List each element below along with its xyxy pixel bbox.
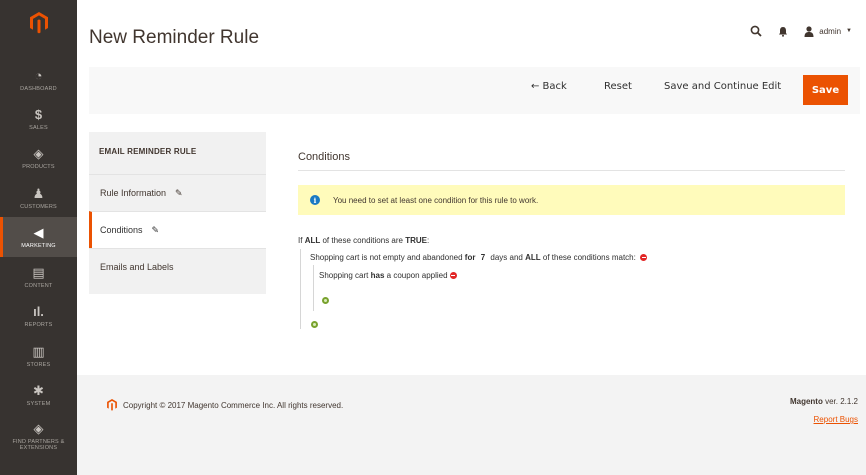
days-value[interactable]: 7 — [481, 253, 485, 262]
condition-coupon-applied: Shopping cart has a coupon applied — [319, 271, 457, 280]
person-icon: ♟ — [32, 185, 45, 201]
add-condition-icon[interactable] — [322, 297, 329, 304]
sidebar-item-label: PRODUCTS — [22, 164, 55, 170]
sidebar-item-stores[interactable]: ▥ STORES — [0, 336, 77, 376]
tab-conditions[interactable]: Conditions ✎ — [89, 211, 266, 248]
sidebar-item-customers[interactable]: ♟ CUSTOMERS — [0, 178, 77, 218]
copyright: Copyright © 2017 Magento Commerce Inc. A… — [107, 399, 343, 411]
sidebar-item-products[interactable]: ◈ PRODUCTS — [0, 138, 77, 178]
remove-condition-icon[interactable] — [449, 272, 457, 280]
bar-chart-icon: ıl. — [33, 303, 44, 319]
page-title: New Reminder Rule — [89, 27, 260, 48]
condition-text: of these conditions are — [322, 236, 403, 245]
bell-icon[interactable] — [778, 26, 788, 37]
condition-abandoned-cart: Shopping cart is not empty and abandoned… — [310, 253, 648, 262]
info-icon: i — [310, 195, 320, 205]
aggregator-select[interactable]: ALL — [305, 236, 321, 245]
condition-root: If ALL of these conditions are TRUE: — [298, 236, 429, 245]
rule-tabs-panel: EMAIL REMINDER RULE Rule Information ✎ C… — [89, 132, 266, 294]
brand-name: Magento — [789, 397, 823, 406]
notice-text: You need to set at least one condition f… — [333, 195, 539, 205]
version-info: Magento ver. 2.1.2 — [790, 397, 858, 406]
page-footer: Copyright © 2017 Magento Commerce Inc. A… — [77, 375, 866, 475]
sidebar-item-label: SYSTEM — [26, 401, 51, 407]
condition-text: Shopping cart is not empty and abandoned — [310, 253, 463, 262]
condition-text: for — [464, 253, 476, 262]
magento-logo-icon — [29, 12, 48, 34]
dollar-icon: $ — [34, 106, 43, 122]
condition-text: If — [298, 236, 303, 245]
sidebar-item-label: SALES — [29, 125, 48, 131]
sidebar-item-marketing[interactable]: ◀ MARKETING — [0, 217, 77, 257]
admin-username: admin — [819, 26, 842, 36]
cube-icon: ◈ — [33, 145, 44, 161]
sidebar-item-content[interactable]: ▤ CONTENT — [0, 257, 77, 297]
magento-logo[interactable] — [0, 0, 77, 46]
condition-text: days and — [490, 253, 523, 262]
admin-user-menu[interactable]: admin ▼ — [804, 25, 852, 37]
conditions-section-title: Conditions — [298, 151, 350, 163]
value-select[interactable]: TRUE — [405, 236, 427, 245]
version-text: ver. 2.1.2 — [825, 397, 858, 406]
sidebar-item-sales[interactable]: $ SALES — [0, 99, 77, 139]
store-icon: ▥ — [32, 343, 45, 359]
pencil-icon: ✎ — [175, 187, 183, 198]
chevron-down-icon: ▼ — [846, 28, 852, 34]
sidebar-item-label: REPORTS — [24, 322, 53, 328]
sidebar-item-system[interactable]: ✱ SYSTEM — [0, 375, 77, 415]
reset-button[interactable]: Reset — [604, 81, 632, 92]
sidebar-item-dashboard[interactable]: ◔ DASHBOARD — [0, 60, 77, 100]
user-icon — [804, 25, 814, 37]
back-button[interactable]: ← Back — [531, 81, 567, 92]
tree-line — [313, 265, 314, 311]
condition-text: : — [427, 236, 430, 245]
sidebar-item-label: STORES — [26, 362, 51, 368]
save-button[interactable]: Save — [803, 75, 848, 105]
sidebar-item-label: MARKETING — [21, 243, 56, 249]
tab-label: Conditions — [100, 225, 143, 235]
page-actions-bar: ← Back Reset Save and Continue Edit Save — [89, 67, 860, 114]
dashboard-icon: ◔ — [34, 67, 43, 83]
sidebar-item-reports[interactable]: ıl. REPORTS — [0, 296, 77, 336]
operator-select[interactable]: has — [371, 271, 385, 280]
remove-condition-icon[interactable] — [640, 254, 648, 262]
condition-text: Shopping cart — [319, 271, 369, 280]
aggregator-select[interactable]: ALL — [525, 253, 541, 262]
condition-text: a coupon applied — [386, 271, 448, 280]
pencil-icon: ✎ — [151, 224, 160, 235]
admin-sidebar: ◔ DASHBOARD $ SALES ◈ PRODUCTS ♟ CUSTOMERS ◀ MARK… — [0, 0, 77, 475]
tab-emails-and-labels[interactable]: Emails and Labels — [89, 248, 266, 285]
megaphone-icon: ◀ — [33, 224, 44, 240]
sidebar-item-label: FIND PARTNERS & EXTENSIONS — [12, 439, 65, 451]
gear-icon: ✱ — [33, 382, 44, 398]
sidebar-item-label: DASHBOARD — [20, 86, 57, 92]
sidebar-item-label: CONTENT — [24, 283, 53, 289]
tab-label: Emails and Labels — [100, 262, 174, 272]
header-actions: admin ▼ — [750, 25, 852, 37]
save-and-continue-button[interactable]: Save and Continue Edit — [664, 81, 781, 92]
report-bugs-link[interactable]: Report Bugs — [814, 415, 858, 424]
copyright-text: Copyright © 2017 Magento Commerce Inc. A… — [123, 400, 344, 410]
notice-message: i You need to set at least one condition… — [298, 185, 845, 215]
cube-icon: ◈ — [33, 420, 44, 436]
sidebar-item-label: CUSTOMERS — [20, 204, 57, 210]
tree-line — [300, 249, 301, 329]
tab-label: Rule Information — [100, 188, 167, 198]
section-divider — [298, 170, 845, 171]
content-icon: ▤ — [32, 264, 45, 280]
sidebar-item-find-partners-extensions[interactable]: ◈ FIND PARTNERS & EXTENSIONS — [0, 416, 77, 456]
add-condition-icon[interactable] — [311, 321, 318, 328]
tabs-title: EMAIL REMINDER RULE — [99, 147, 197, 156]
search-icon[interactable] — [750, 25, 762, 37]
condition-text: of these conditions match: — [542, 253, 636, 262]
tab-rule-information[interactable]: Rule Information ✎ — [89, 174, 266, 211]
magento-logo-icon — [107, 399, 117, 411]
